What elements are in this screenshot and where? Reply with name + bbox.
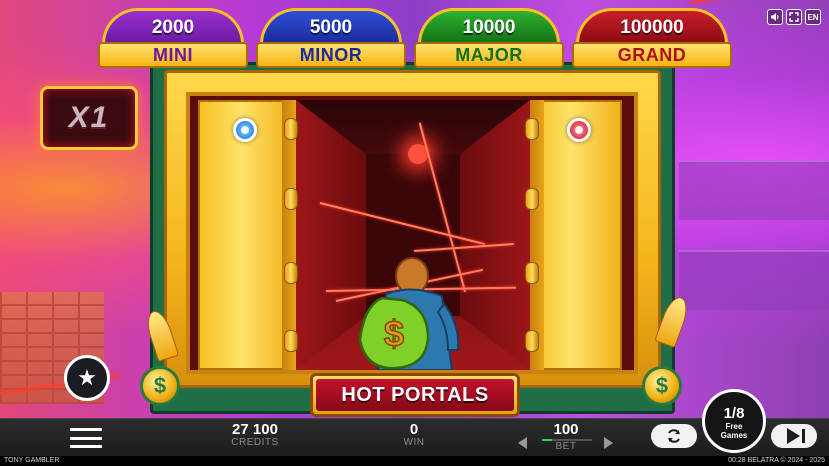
multiplier-panel: X1 — [40, 86, 138, 150]
credits-display: 27 100 CREDITS — [212, 421, 298, 448]
jackpot-major-label: MAJOR — [414, 42, 564, 68]
jackpot-grand: 100000 GRAND — [572, 8, 732, 70]
jackpot-minor-amount: 5000 — [260, 8, 402, 44]
free-games-label-1: Free — [725, 422, 743, 431]
menu-icon[interactable] — [70, 428, 102, 448]
bet-label: BET — [555, 441, 577, 452]
background-shelf — [679, 160, 829, 220]
blue-gem-icon — [233, 118, 257, 142]
door-hinge — [284, 188, 298, 210]
door-hinge — [284, 118, 298, 140]
door-hinge — [525, 188, 539, 210]
game-stage: $ $ $ HOT PORTALS 2000 MINI 5000 MINOR 1… — [0, 0, 829, 418]
footer-game-name: TONY GAMBLER — [4, 457, 60, 464]
door-hinge — [284, 262, 298, 284]
jackpot-grand-label: GRAND — [572, 42, 732, 68]
dollar-coin-icon: $ — [642, 366, 682, 406]
bet-increase-icon[interactable] — [604, 437, 613, 449]
door-hinge — [525, 330, 539, 352]
win-value: 0 — [409, 421, 419, 438]
win-display: 0 WIN — [384, 421, 444, 448]
jackpot-mini-amount: 2000 — [102, 8, 244, 44]
free-games-label-2: Games — [720, 431, 748, 440]
jackpot-major: 10000 MAJOR — [414, 8, 564, 70]
footer-right: 00:28 BELATRA © 2024 - 2025 — [728, 457, 825, 464]
character-tony: $ — [358, 257, 460, 370]
game-title-plate: HOT PORTALS — [310, 373, 520, 417]
speaker-icon[interactable] — [767, 9, 783, 25]
footer-copyright: BELATRA © 2024 - 2025 — [747, 457, 825, 464]
jackpot-minor-label: MINOR — [256, 42, 406, 68]
corridor-wall-right — [460, 100, 530, 370]
jackpot-major-amount: 10000 — [418, 8, 560, 44]
door-hinge — [284, 330, 298, 352]
play-skip-icon[interactable] — [771, 424, 817, 448]
free-games-count: 1/8 — [723, 405, 745, 422]
bet-display: 100 — [538, 421, 594, 438]
jackpot-minor: 5000 MINOR — [256, 8, 406, 70]
free-games-counter: 1/8 Free Games — [702, 389, 766, 453]
footer-bar: TONY GAMBLER 00:28 BELATRA © 2024 - 2025 — [0, 456, 829, 466]
system-buttons: EN — [767, 9, 821, 25]
jackpot-mini: 2000 MINI — [98, 8, 248, 70]
background-shelf — [679, 250, 829, 310]
red-gem-icon — [567, 118, 591, 142]
door-hinge — [525, 262, 539, 284]
dollar-coin-icon: $ — [140, 366, 180, 406]
door-hinge — [525, 118, 539, 140]
language-button[interactable]: EN — [805, 9, 821, 25]
star-icon[interactable]: ★ — [64, 355, 110, 401]
win-label: WIN — [403, 437, 425, 448]
multiplier-value: X1 — [68, 101, 110, 134]
game-title: HOT PORTALS — [316, 379, 514, 411]
refresh-icon[interactable] — [651, 424, 697, 448]
credits-label: CREDITS — [231, 437, 279, 448]
bet-value: 100 — [553, 421, 579, 438]
bag-dollar-symbol: $ — [384, 313, 404, 354]
credits-value: 27 100 — [232, 421, 278, 438]
bet-decrease-icon[interactable] — [518, 437, 527, 449]
footer-time: 00:28 — [728, 457, 746, 464]
background-laser — [689, 0, 829, 4]
jackpot-mini-label: MINI — [98, 42, 248, 68]
bet-label-wrap: BET — [538, 441, 594, 452]
jackpot-grand-amount: 100000 — [576, 8, 728, 44]
fullscreen-icon[interactable] — [786, 9, 802, 25]
